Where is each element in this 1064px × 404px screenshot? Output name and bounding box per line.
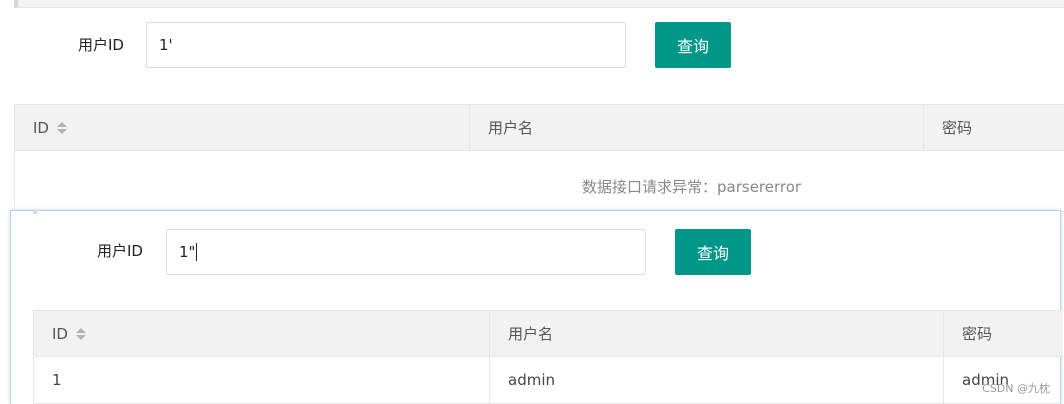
column-header-label: 用户名 (488, 119, 534, 137)
query-button[interactable]: 查询 (675, 229, 751, 275)
cell-id: 1 (34, 357, 490, 403)
column-header-password: 密码 (924, 105, 1064, 150)
column-header-id[interactable]: ID (34, 311, 490, 356)
column-header-label: 密码 (962, 325, 993, 343)
cell-username: admin (490, 357, 944, 403)
sort-icon[interactable] (75, 327, 86, 340)
top-panel-edge (14, 0, 1064, 8)
text-cursor (196, 243, 198, 261)
table-row[interactable]: 1 admin admin (34, 357, 1063, 404)
user-id-input[interactable]: 1" (166, 229, 646, 275)
column-header-label: 用户名 (508, 325, 554, 343)
user-id-input[interactable] (146, 22, 626, 68)
result-table: ID 用户名 密码 1 admin admin (33, 310, 1063, 404)
sort-icon[interactable] (56, 121, 67, 134)
column-header-username: 用户名 (490, 311, 944, 356)
column-header-label: 密码 (942, 119, 973, 137)
table-header: ID 用户名 密码 (34, 311, 1063, 357)
column-header-id[interactable]: ID (15, 105, 470, 150)
user-id-label: 用户ID (78, 36, 124, 54)
error-message: 数据接口请求异常：parsererror (582, 178, 802, 196)
column-header-password: 密码 (944, 311, 1064, 356)
panel-edge-marker (33, 210, 37, 214)
user-id-label: 用户ID (97, 242, 143, 260)
column-header-label: ID (33, 118, 49, 137)
query-button[interactable]: 查询 (655, 22, 731, 68)
second-query-panel: 用户ID 1" 查询 ID 用户名 密码 1 admin admin (10, 210, 1063, 404)
column-header-username: 用户名 (470, 105, 924, 150)
table-header: ID 用户名 密码 (15, 105, 1064, 151)
column-header-label: ID (52, 324, 68, 343)
watermark: CSDN @九枕 (982, 382, 1050, 395)
result-table: ID 用户名 密码 数据接口请求异常：parsererror (14, 104, 1064, 212)
input-text: 1" (179, 243, 196, 261)
